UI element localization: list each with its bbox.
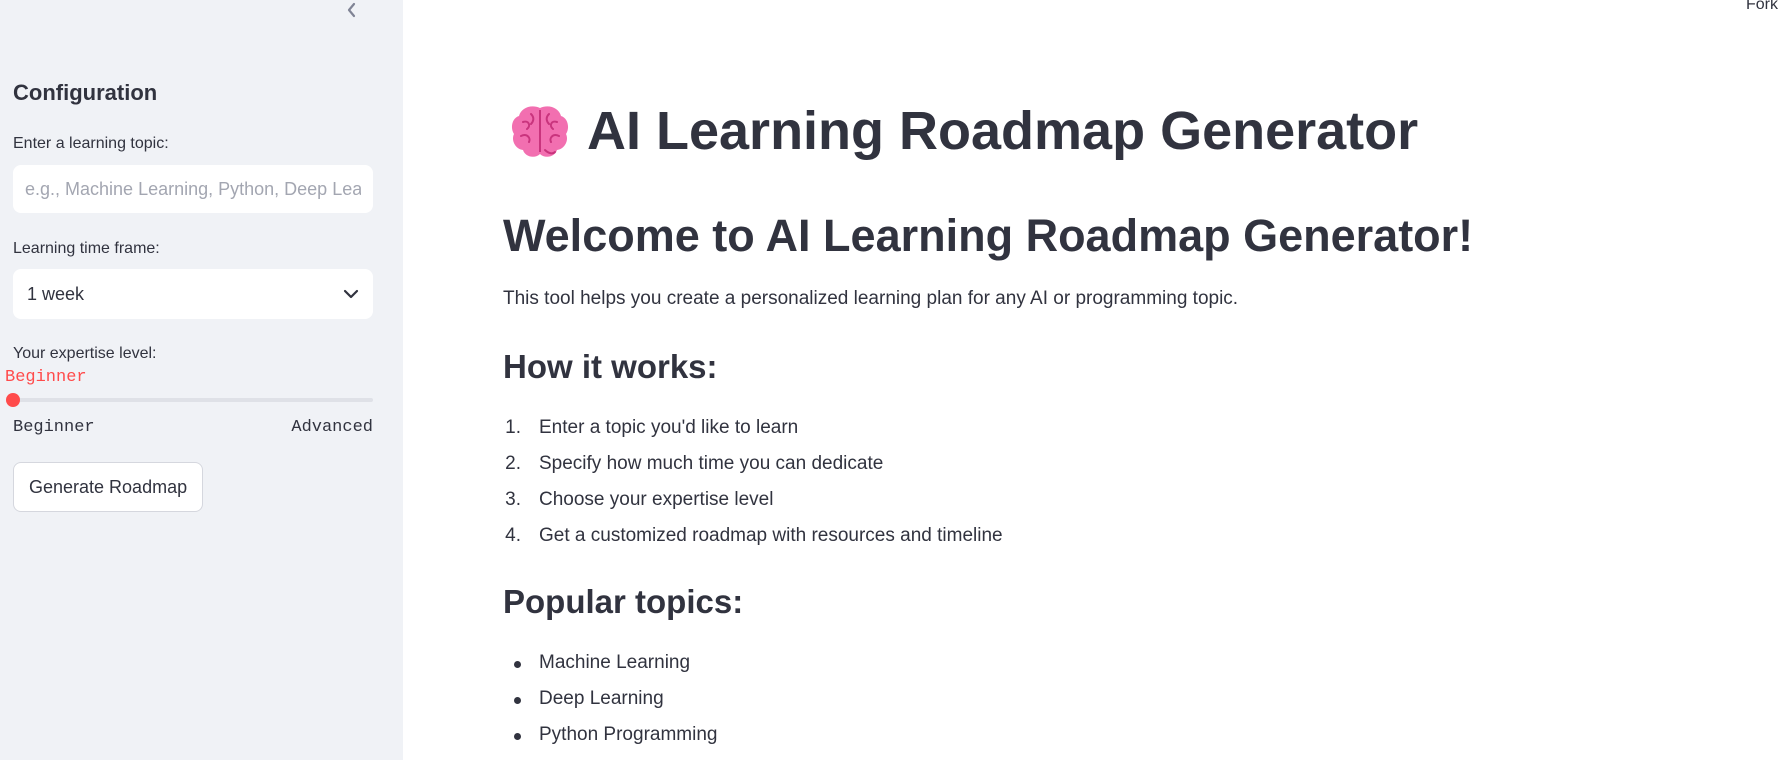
intro-text: This tool helps you create a personalize… [503,288,1239,309]
topic-text: Python Programming [539,724,718,745]
page-title-text: AI Learning Roadmap Generator [587,101,1419,161]
topic-text: Machine Learning [539,652,691,673]
collapse-sidebar-button[interactable] [340,0,364,20]
chevron-left-icon [347,2,356,18]
step-number: 3. [505,489,521,510]
topics-list: Machine Learning Deep Learning Python Pr… [503,645,717,753]
list-item: 2. Specify how much time you can dedicat… [503,446,1003,482]
brain-icon [511,106,569,157]
app-root: Configuration Enter a learning topic: Le… [0,0,1778,760]
list-item: Python Programming [503,717,717,753]
welcome-heading: Welcome to AI Learning Roadmap Generator… [503,210,1474,261]
step-text: Specify how much time you can dedicate [539,453,884,474]
page-title: AI Learning Roadmap Generator [509,100,1418,162]
slider-min-label: Beginner [13,418,95,437]
topic-text: Deep Learning [539,688,664,709]
steps-list: 1. Enter a topic you'd like to learn 2. … [503,410,1003,554]
step-number: 2. [505,453,521,474]
list-item: Deep Learning [503,681,717,717]
expertise-slider-track[interactable] [13,398,373,402]
list-item: Machine Learning [503,645,717,681]
timeframe-label: Learning time frame: [13,240,160,257]
timeframe-select[interactable]: 1 week [13,269,373,319]
step-text: Choose your expertise level [539,489,774,510]
expertise-label: Your expertise level: [13,345,157,362]
step-text: Enter a topic you'd like to learn [539,417,799,438]
bullet-icon [514,697,521,704]
slider-current-value: Beginner [5,368,87,387]
step-number: 4. [505,525,521,546]
expertise-slider-thumb[interactable] [6,393,20,407]
bullet-icon [514,661,521,668]
list-item: 4. Get a customized roadmap with resourc… [503,518,1003,554]
bullet-icon [514,733,521,740]
how-it-works-heading: How it works: [503,348,718,385]
sidebar: Configuration Enter a learning topic: Le… [0,0,403,760]
chevron-down-icon [343,289,359,299]
popular-topics-heading: Popular topics: [503,583,744,620]
fork-link[interactable]: Fork [1746,0,1778,14]
timeframe-selected-value: 1 week [27,283,85,304]
generate-roadmap-button[interactable]: Generate Roadmap [13,462,204,512]
step-text: Get a customized roadmap with resources … [539,525,1003,546]
topic-input[interactable] [13,165,373,213]
step-number: 1. [505,417,521,438]
list-item: 3. Choose your expertise level [503,482,1003,518]
list-item: 1. Enter a topic you'd like to learn [503,410,1003,446]
slider-max-label: Advanced [291,418,373,437]
topic-label: Enter a learning topic: [13,135,169,152]
sidebar-title: Configuration [13,80,158,105]
